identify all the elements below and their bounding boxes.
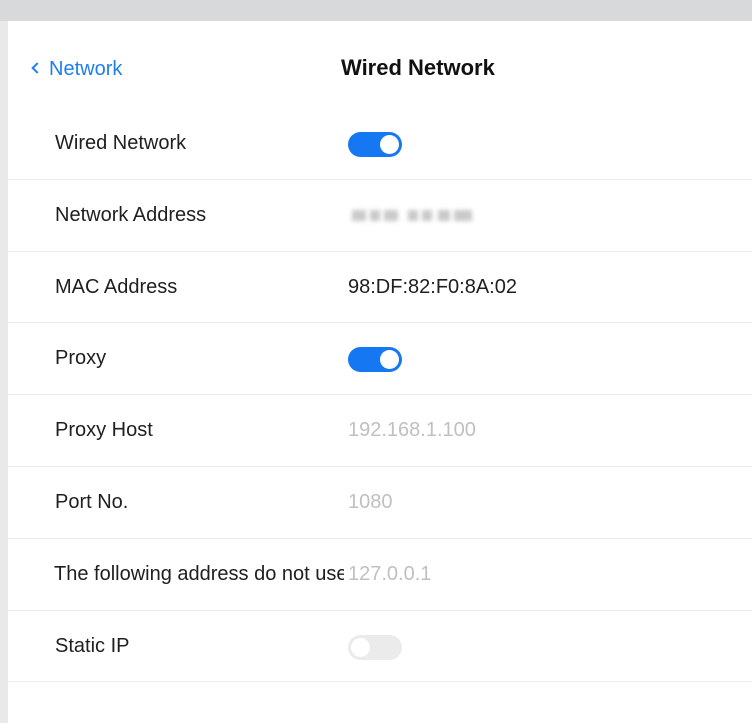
row-mac-address: MAC Address 98:DF:82:F0:8A:02 <box>8 252 752 324</box>
static-ip-toggle[interactable] <box>348 634 402 660</box>
proxy-label: Proxy <box>55 347 107 370</box>
screen: Network Wired Network Wired Network Netw… <box>0 0 752 723</box>
wired-network-toggle[interactable] <box>348 132 402 157</box>
back-button[interactable]: Network <box>30 54 122 84</box>
settings-panel: Network Wired Network Wired Network Netw… <box>8 21 752 723</box>
proxy-exceptions-label: The following address do not use proxy <box>54 562 344 585</box>
mac-address-label: MAC Address <box>55 275 178 298</box>
network-address-value-redacted <box>348 205 474 225</box>
proxy-toggle[interactable] <box>348 347 402 373</box>
row-proxy-host: Proxy Host 192.168.1.100 <box>8 395 752 467</box>
toggle-knob <box>380 135 399 154</box>
row-port-no: Port No. 1080 <box>8 467 752 539</box>
row-network-address: Network Address <box>8 180 752 252</box>
proxy-host-label: Proxy Host <box>55 419 153 442</box>
row-static-ip: Static IP <box>8 611 752 683</box>
page-title: Wired Network <box>341 55 495 80</box>
back-label: Network <box>49 57 123 80</box>
header: Network Wired Network <box>8 21 752 115</box>
toggle-knob <box>351 637 370 657</box>
row-wired-network: Wired Network <box>8 108 752 180</box>
static-ip-label: Static IP <box>55 634 130 657</box>
top-bar <box>0 0 752 21</box>
port-no-field[interactable]: 1080 <box>348 491 393 514</box>
chevron-left-icon <box>30 62 42 76</box>
proxy-exceptions-field[interactable]: 127.0.0.1 <box>348 563 431 586</box>
row-proxy-exceptions: The following address do not use proxy 1… <box>8 539 752 611</box>
proxy-host-field[interactable]: 192.168.1.100 <box>348 419 476 442</box>
row-proxy: Proxy <box>8 323 752 396</box>
toggle-knob <box>380 350 399 370</box>
port-no-label: Port No. <box>55 490 129 513</box>
network-address-label: Network Address <box>55 203 207 226</box>
settings-list: Wired Network Network Address MAC Addres… <box>8 108 752 683</box>
wired-network-label: Wired Network <box>55 132 187 154</box>
mac-address-value: 98:DF:82:F0:8A:02 <box>348 275 517 298</box>
